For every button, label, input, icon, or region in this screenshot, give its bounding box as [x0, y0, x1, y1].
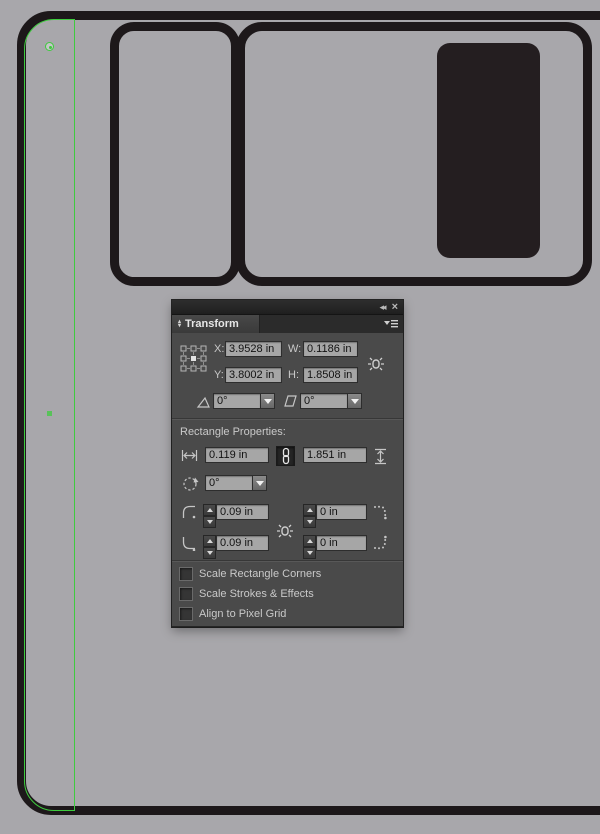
- corner-bl-step-down-icon[interactable]: [203, 547, 216, 559]
- panel-title-strip: ◂◂ ×: [172, 300, 403, 315]
- rect-height-icon: [373, 448, 388, 465]
- h-input[interactable]: [303, 367, 358, 383]
- live-corner-widget[interactable]: [45, 42, 54, 51]
- rotation-angle-value[interactable]: 0°: [213, 393, 260, 409]
- rect-width-icon: [181, 448, 198, 463]
- scale-strokes-effects-checkbox[interactable]: [179, 587, 193, 601]
- corner-tr-input[interactable]: [316, 504, 367, 520]
- illustrator-canvas: ◂◂ × ▴ ▾ Transform X: 3.9528 in W: 0.118…: [0, 0, 600, 834]
- rectangle-properties-heading: Rectangle Properties:: [180, 426, 286, 438]
- panel-body: X: W: Y: H: 0°: [172, 333, 403, 627]
- scale-rectangle-corners-label: Scale Rectangle Corners: [199, 568, 322, 580]
- shear-dropdown-arrow-icon[interactable]: [347, 393, 362, 409]
- align-to-pixel-grid-label: Align to Pixel Grid: [199, 608, 287, 620]
- align-to-pixel-grid-row: Align to Pixel Grid: [179, 607, 286, 621]
- shear-angle-value[interactable]: 0°: [300, 393, 347, 409]
- y-field-label: Y:: [214, 369, 224, 381]
- corner-br-stepper: [303, 535, 316, 559]
- close-icon[interactable]: ×: [392, 301, 398, 312]
- rotation-angle-combo: 0°: [213, 393, 275, 409]
- rotation-angle-icon: [196, 395, 211, 409]
- tab-transform[interactable]: ▴ ▾ Transform: [172, 315, 260, 333]
- corner-br-input[interactable]: [316, 535, 367, 551]
- section-divider: [172, 560, 403, 562]
- rotation-dropdown-arrow-icon[interactable]: [260, 393, 275, 409]
- rect-rotation-combo: 0°: [205, 475, 267, 491]
- reference-point-locator[interactable]: [180, 345, 207, 372]
- corner-tr-step-down-icon[interactable]: [303, 516, 316, 528]
- floppy-window-shape[interactable]: [437, 43, 540, 258]
- tab-transform-label: Transform: [185, 318, 239, 330]
- panel-tab-bar: ▴ ▾ Transform: [172, 315, 403, 333]
- corner-top-right-dotted-icon: [372, 504, 388, 520]
- collapse-to-icons-icon[interactable]: ◂◂: [380, 302, 387, 312]
- rect-width-input[interactable]: [205, 447, 269, 463]
- corner-tl-step-up-icon[interactable]: [203, 504, 216, 516]
- corner-top-left-icon: [181, 504, 197, 520]
- corner-bottom-left-icon: [181, 535, 197, 551]
- x-field-label: X:: [214, 343, 225, 355]
- scale-rectangle-corners-checkbox[interactable]: [179, 567, 193, 581]
- section-divider: [172, 418, 403, 420]
- corner-bl-input[interactable]: [216, 535, 269, 551]
- constrain-proportions-icon[interactable]: [367, 353, 385, 375]
- corner-br-step-down-icon[interactable]: [303, 547, 316, 559]
- corner-br-step-up-icon[interactable]: [303, 535, 316, 547]
- floppy-label-shape[interactable]: [110, 22, 240, 286]
- panel-menu-icon[interactable]: [384, 319, 398, 329]
- corner-tr-step-up-icon[interactable]: [303, 504, 316, 516]
- link-width-height-icon[interactable]: [276, 446, 295, 466]
- w-input[interactable]: [303, 341, 358, 357]
- shear-angle-icon: [283, 394, 298, 408]
- rect-rotation-dropdown-arrow-icon[interactable]: [252, 475, 267, 491]
- corner-tl-stepper: [203, 504, 216, 528]
- shear-angle-combo: 0°: [300, 393, 362, 409]
- corner-bl-step-up-icon[interactable]: [203, 535, 216, 547]
- corner-tl-step-down-icon[interactable]: [203, 516, 216, 528]
- x-input[interactable]: [225, 341, 282, 357]
- corner-tr-stepper: [303, 504, 316, 528]
- corner-bl-stepper: [203, 535, 216, 559]
- transform-panel: ◂◂ × ▴ ▾ Transform X: 3.9528 in W: 0.118…: [172, 300, 403, 627]
- rect-rotation-value[interactable]: 0°: [205, 475, 252, 491]
- rect-height-input[interactable]: [303, 447, 367, 463]
- scale-rectangle-corners-row: Scale Rectangle Corners: [179, 567, 321, 581]
- scale-strokes-effects-row: Scale Strokes & Effects: [179, 587, 314, 601]
- h-field-label: H:: [288, 369, 299, 381]
- corner-tl-input[interactable]: [216, 504, 269, 520]
- w-field-label: W:: [288, 343, 302, 355]
- panel-cycle-icon: ▴ ▾: [178, 319, 182, 329]
- align-to-pixel-grid-checkbox[interactable]: [179, 607, 193, 621]
- y-input[interactable]: [225, 367, 282, 383]
- scale-strokes-effects-label: Scale Strokes & Effects: [199, 588, 314, 600]
- rect-rotation-icon: [181, 475, 199, 493]
- corner-bottom-right-dotted-icon: [372, 535, 388, 551]
- selection-center-point[interactable]: [47, 411, 52, 416]
- link-corners-icon[interactable]: [276, 520, 294, 542]
